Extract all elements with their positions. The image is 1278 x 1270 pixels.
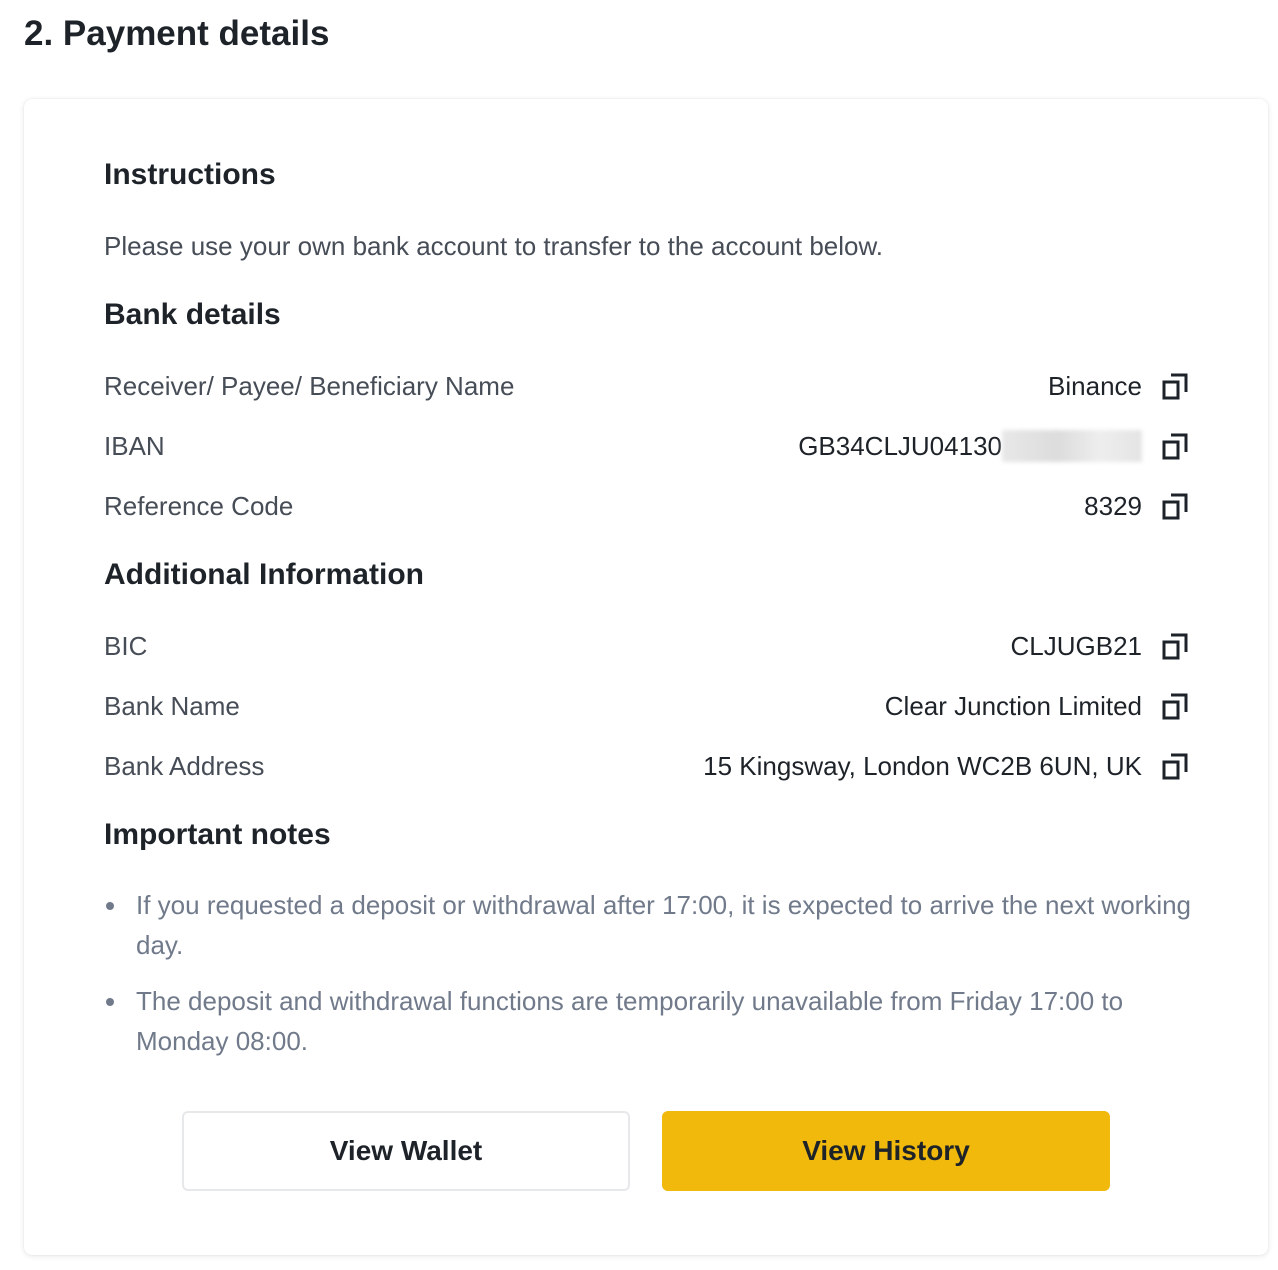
note-text: If you requested a deposit or withdrawal… xyxy=(136,890,1192,960)
view-wallet-button[interactable]: View Wallet xyxy=(182,1111,630,1191)
view-wallet-label: View Wallet xyxy=(329,1135,483,1166)
beneficiary-name-label: Receiver/ Payee/ Beneficiary Name xyxy=(104,370,515,401)
copy-icon[interactable] xyxy=(1162,692,1188,720)
bank-address-row: Bank Address 15 Kingsway, London WC2B 6U… xyxy=(104,746,1188,786)
bank-details-heading: Bank details xyxy=(104,298,281,331)
reference-code-value: 8329 xyxy=(1084,490,1142,521)
bank-name-label: Bank Name xyxy=(104,690,240,721)
copy-icon[interactable] xyxy=(1162,632,1188,660)
additional-info-heading: Additional Information xyxy=(104,558,424,591)
bank-address-value: 15 Kingsway, London WC2B 6UN, UK xyxy=(703,750,1142,781)
iban-value: GB34CLJU04130 xyxy=(798,430,1002,461)
bullet-icon xyxy=(106,998,114,1006)
beneficiary-name-value: Binance xyxy=(1048,370,1142,401)
iban-row: IBAN GB34CLJU04130 xyxy=(104,426,1188,466)
list-item: The deposit and withdrawal functions are… xyxy=(104,981,1194,1061)
payment-details-card: Instructions Please use your own bank ac… xyxy=(24,99,1268,1255)
view-history-button[interactable]: View History xyxy=(662,1111,1110,1191)
copy-icon[interactable] xyxy=(1162,492,1188,520)
bank-name-value: Clear Junction Limited xyxy=(884,690,1142,721)
bank-name-row: Bank Name Clear Junction Limited xyxy=(104,686,1188,726)
reference-code-row: Reference Code 8329 xyxy=(104,486,1188,526)
view-history-label: View History xyxy=(802,1135,970,1166)
bic-row: BIC CLJUGB21 xyxy=(104,626,1188,666)
beneficiary-name-row: Receiver/ Payee/ Beneficiary Name Binanc… xyxy=(104,366,1188,406)
copy-icon[interactable] xyxy=(1162,372,1188,400)
bullet-icon xyxy=(106,902,114,910)
reference-code-label: Reference Code xyxy=(104,490,294,521)
bic-value: CLJUGB21 xyxy=(1010,630,1143,661)
copy-icon[interactable] xyxy=(1162,432,1188,460)
bank-address-label: Bank Address xyxy=(104,750,265,781)
bic-label: BIC xyxy=(104,630,148,661)
instructions-text: Please use your own bank account to tran… xyxy=(104,231,884,261)
list-item: If you requested a deposit or withdrawal… xyxy=(104,885,1194,965)
important-notes-list: If you requested a deposit or withdrawal… xyxy=(104,885,1194,1077)
copy-icon[interactable] xyxy=(1162,752,1188,780)
iban-redacted-blur xyxy=(1002,430,1142,462)
important-notes-heading: Important notes xyxy=(104,818,331,851)
iban-label: IBAN xyxy=(104,430,165,461)
page-title: 2. Payment details xyxy=(24,14,330,53)
note-text: The deposit and withdrawal functions are… xyxy=(136,986,1124,1056)
instructions-heading: Instructions xyxy=(104,158,276,191)
